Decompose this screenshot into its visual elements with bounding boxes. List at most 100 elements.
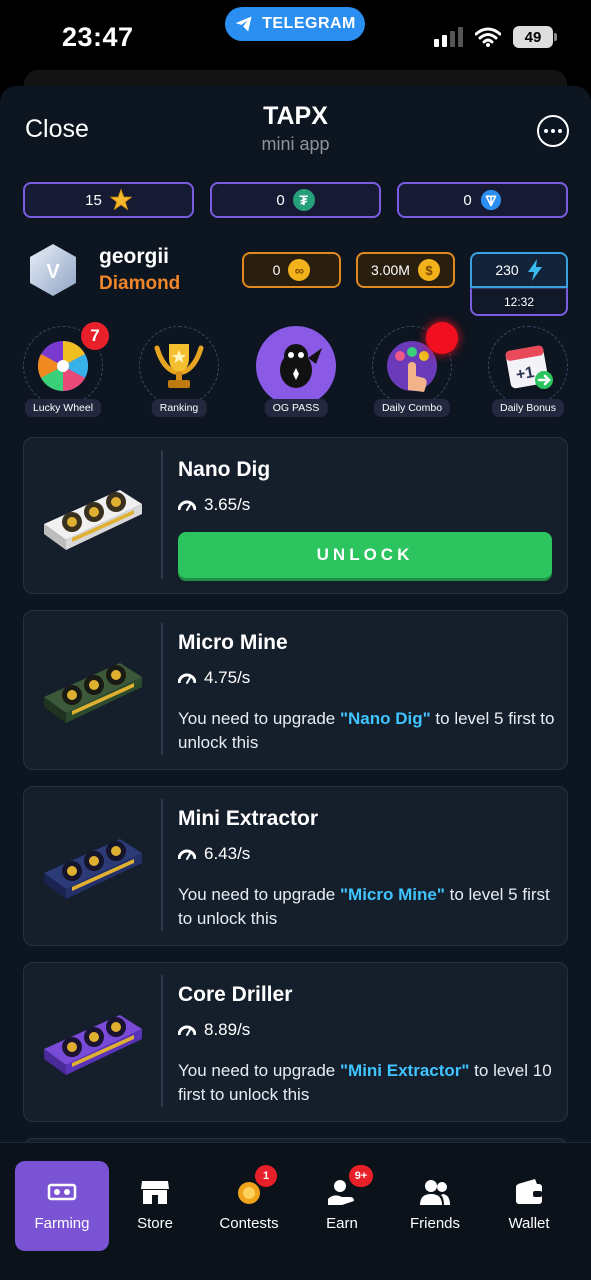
nav-earn[interactable]: Earn 9+ bbox=[295, 1161, 389, 1251]
miner-card: Nano Dig 3.65/s UNLOCK bbox=[23, 437, 568, 594]
nav-store[interactable]: Store bbox=[108, 1161, 202, 1251]
penguin-icon bbox=[280, 344, 322, 388]
feature-ring bbox=[139, 326, 219, 406]
miner-card: Core Driller 8.89/s You need to upgrade … bbox=[23, 962, 568, 1122]
stars-balance[interactable]: 15 bbox=[23, 182, 194, 218]
miner-name: Micro Mine bbox=[178, 631, 288, 654]
speedometer-icon bbox=[178, 1025, 196, 1036]
nav-contests[interactable]: Contests 1 bbox=[202, 1161, 296, 1251]
avatar[interactable]: V bbox=[27, 242, 79, 298]
daily-bonus-button[interactable]: +1 Daily Bonus bbox=[488, 324, 568, 420]
gpu-green-icon bbox=[44, 663, 142, 723]
header: Close TAPX mini app bbox=[0, 86, 591, 178]
nav-farming-label: Farming bbox=[34, 1215, 90, 1232]
profile-row: V georgii Diamond 0 ∞ 3.00M $ 230 12:32 bbox=[0, 242, 591, 316]
dot-icon bbox=[551, 129, 555, 133]
ton-value: 0 bbox=[463, 191, 472, 209]
unlock-requirement: You need to upgrade "Nano Dig" to level … bbox=[178, 709, 555, 752]
nav-contests-label: Contests bbox=[219, 1215, 279, 1232]
contests-badge: 1 bbox=[255, 1165, 277, 1187]
nav-earn-label: Earn bbox=[326, 1215, 358, 1232]
coins-balance[interactable]: 3.00M $ bbox=[356, 252, 455, 288]
tether-balance[interactable]: 0 ₮ bbox=[210, 182, 381, 218]
ton-icon bbox=[480, 189, 501, 211]
ranking-button[interactable]: Ranking bbox=[139, 324, 219, 420]
signal-icon bbox=[434, 27, 463, 47]
coins-value: 3.00M bbox=[371, 262, 410, 278]
app-subtitle: mini app bbox=[261, 134, 330, 154]
miner-name: Core Driller bbox=[178, 983, 293, 1006]
rank-label: Diamond bbox=[99, 273, 181, 294]
app-title: TAPX bbox=[263, 102, 328, 130]
unlock-button[interactable]: UNLOCK bbox=[178, 532, 552, 578]
lucky-wheel-label: Lucky Wheel bbox=[24, 399, 102, 417]
stars-value: 15 bbox=[85, 191, 102, 209]
notification-dot bbox=[426, 322, 458, 354]
gpu-white-icon bbox=[44, 490, 142, 550]
gold-value: 0 bbox=[272, 262, 281, 278]
required-miner-link: "Micro Mine" bbox=[339, 885, 445, 904]
speedometer-icon bbox=[178, 500, 196, 511]
telegram-pill[interactable]: TELEGRAM bbox=[225, 7, 365, 41]
nav-store-label: Store bbox=[137, 1215, 173, 1232]
card-divider bbox=[161, 799, 163, 931]
nav-farming[interactable]: Farming bbox=[15, 1161, 109, 1251]
clock: 23:47 bbox=[62, 22, 134, 52]
gold-balance[interactable]: 0 ∞ bbox=[242, 252, 341, 288]
daily-combo-label: Daily Combo bbox=[373, 399, 451, 417]
energy-balance[interactable]: 230 bbox=[470, 252, 568, 288]
required-miner-link: "Nano Dig" bbox=[339, 709, 431, 728]
star-icon bbox=[109, 189, 132, 211]
gpu-purple-icon bbox=[44, 1015, 142, 1075]
energy-value: 230 bbox=[495, 262, 519, 278]
calendar-plus-one: +1 bbox=[515, 364, 536, 384]
dollar-coin-icon: $ bbox=[417, 259, 440, 281]
og-pass-button[interactable]: OG PASS bbox=[256, 324, 336, 420]
energy-timer: 12:32 bbox=[470, 288, 568, 316]
friends-icon bbox=[420, 1180, 450, 1205]
nav-friends[interactable]: Friends bbox=[388, 1161, 482, 1251]
battery-icon: 49 bbox=[513, 26, 557, 48]
battery-level: 49 bbox=[524, 28, 542, 46]
daily-combo-button[interactable]: Daily Combo bbox=[372, 322, 458, 420]
telegram-icon bbox=[235, 16, 252, 32]
more-options-button[interactable] bbox=[537, 115, 569, 147]
wallet-icon bbox=[516, 1179, 542, 1204]
gpu-blue-icon bbox=[44, 839, 142, 899]
trophy-icon bbox=[154, 344, 204, 388]
status-bar: 23:47 TELEGRAM 49 bbox=[0, 0, 591, 78]
tether-value: 0 bbox=[276, 191, 285, 209]
nav-friends-label: Friends bbox=[409, 1215, 461, 1232]
required-miner-link: "Mini Extractor" bbox=[339, 1061, 470, 1080]
gpu-icon bbox=[47, 1183, 77, 1201]
wifi-icon bbox=[475, 27, 501, 47]
miner-rate-value: 6.43/s bbox=[204, 844, 251, 863]
earn-badge: 9+ bbox=[349, 1165, 373, 1187]
miner-rate-value: 8.89/s bbox=[204, 1020, 251, 1039]
lucky-wheel-badge: 7 bbox=[79, 320, 111, 352]
miner-rate: 6.43/s bbox=[178, 844, 250, 864]
bottom-nav: Farming Store Contests 1 Earn 9+ Friends… bbox=[0, 1142, 591, 1280]
balances-row: 15 0 ₮ 0 bbox=[23, 182, 568, 218]
calendar-icon: +1 bbox=[505, 345, 553, 389]
unlock-requirement: You need to upgrade "Mini Extractor" to … bbox=[178, 1061, 552, 1104]
status-icons: 49 bbox=[434, 26, 557, 48]
store-icon bbox=[141, 1181, 169, 1204]
infinity-coin-icon: ∞ bbox=[288, 259, 311, 281]
username: georgii bbox=[99, 245, 170, 268]
miner-card: Mini Extractor 6.43/s You need to upgrad… bbox=[23, 786, 568, 946]
dot-icon bbox=[558, 129, 562, 133]
feature-ring: +1 bbox=[488, 326, 568, 406]
nav-wallet[interactable]: Wallet bbox=[482, 1161, 576, 1251]
unlock-requirement: You need to upgrade "Micro Mine" to leve… bbox=[178, 885, 550, 928]
lightning-icon bbox=[527, 259, 542, 281]
lucky-wheel-button[interactable]: 7 Lucky Wheel bbox=[23, 320, 111, 420]
miner-name: Mini Extractor bbox=[178, 807, 319, 830]
speedometer-icon bbox=[178, 849, 196, 860]
card-divider bbox=[161, 975, 163, 1107]
ton-balance[interactable]: 0 bbox=[397, 182, 568, 218]
card-divider bbox=[161, 623, 163, 755]
feature-ring bbox=[256, 326, 336, 406]
avatar-letter: V bbox=[46, 261, 60, 283]
features-row: 7 Lucky Wheel Ranking OG PASS Daily Comb… bbox=[0, 320, 591, 420]
